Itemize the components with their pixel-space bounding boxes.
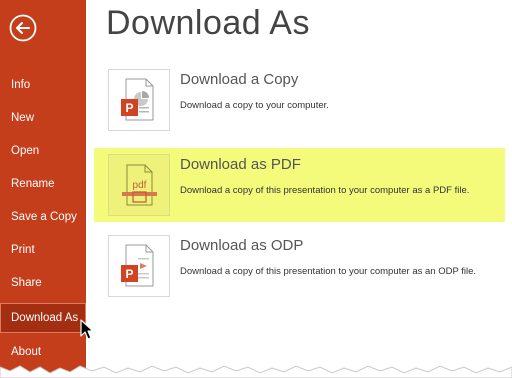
svg-text:P: P [125, 101, 133, 115]
page-title: Download As [106, 4, 310, 42]
sidebar-item-save-a-copy[interactable]: Save a Copy [0, 202, 86, 232]
odp-file-icon: P [108, 235, 170, 297]
pptx-file-icon: P [108, 69, 170, 131]
sidebar-item-print[interactable]: Print [0, 235, 86, 265]
download-pdf-option[interactable]: pdf Download as PDF Download a copy of t… [94, 148, 505, 222]
pdf-file-icon: pdf [108, 154, 170, 216]
option-description: Download a copy of this presentation to … [180, 185, 470, 196]
sidebar-item-open[interactable]: Open [0, 136, 86, 166]
torn-edge-decoration [0, 365, 512, 378]
option-title: Download as PDF [180, 156, 301, 173]
pdf-icon-label: pdf [133, 180, 147, 191]
sidebar-item-new[interactable]: New [0, 103, 86, 133]
option-title: Download as ODP [180, 237, 304, 254]
sidebar-item-share[interactable]: Share [0, 268, 86, 298]
backstage-sidebar: Info New Open Rename Save a Copy Print S… [0, 0, 86, 378]
download-copy-option[interactable]: P Download a Copy Download a copy to you… [96, 64, 506, 136]
option-title: Download a Copy [180, 71, 299, 88]
back-arrow-icon[interactable] [9, 14, 37, 42]
option-description: Download a copy to your computer. [180, 100, 329, 111]
sidebar-item-rename[interactable]: Rename [0, 169, 86, 199]
download-odp-option[interactable]: P Download as ODP Download a copy of thi… [96, 230, 506, 302]
main-panel: Download As P Download a Copy Download a… [86, 0, 512, 378]
option-description: Download a copy of this presentation to … [180, 266, 477, 277]
sidebar-item-download-as[interactable]: Download As [0, 303, 86, 333]
svg-text:P: P [125, 267, 133, 281]
sidebar-item-info[interactable]: Info [0, 70, 86, 100]
